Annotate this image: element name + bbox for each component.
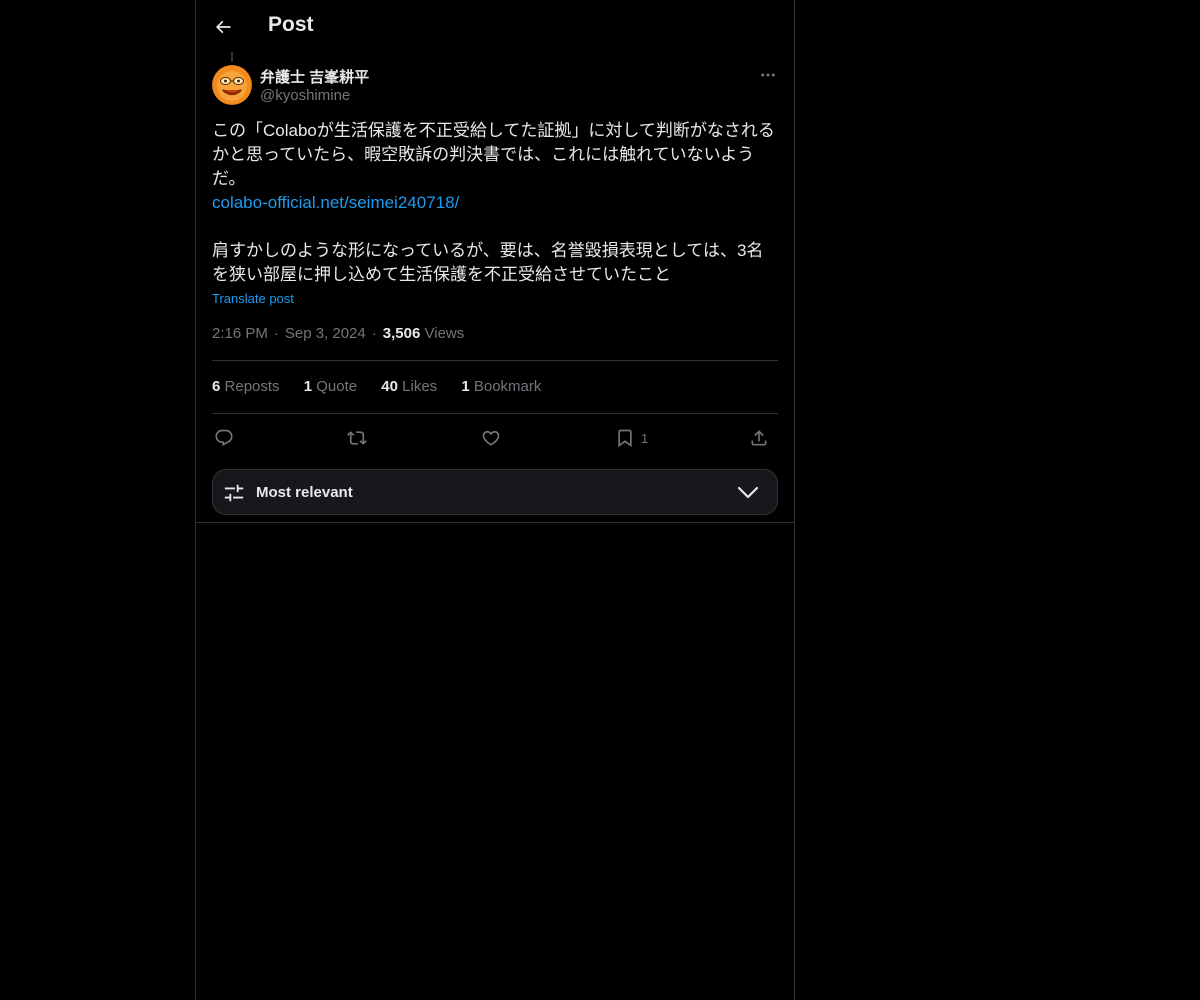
meta-separator: · [371,325,377,342]
more-options-button[interactable] [756,64,780,86]
reply-button[interactable] [214,424,234,452]
repost-button[interactable] [347,424,367,452]
repost-icon [347,431,367,445]
reposts-label: Reposts [224,378,280,395]
page-title: Post [268,13,314,36]
reposts-stat[interactable]: 6 Reposts [212,378,280,395]
divider [212,413,778,414]
bookmark-count: 1 [641,430,649,446]
engagement-stats: 6 Reposts 1 Quote 40 Likes 1 Bookmark [212,378,561,395]
ellipsis-icon [761,73,775,77]
likes-label: Likes [402,378,438,395]
likes-count: 40 [381,378,398,395]
views-count: 3,506 [382,325,421,342]
reply-icon [215,429,233,447]
thread-connector-line [231,52,233,62]
post-text-part2: 肩すかしのような形になっているが、要は、名誉毀損表現としては、3名を狭い部屋に押… [212,241,764,284]
divider [212,360,778,361]
bookmark-icon [618,429,632,448]
author-name[interactable]: 弁護士 吉峯耕平 [260,66,369,87]
views-label: Views [424,325,465,342]
heart-icon [482,430,500,446]
chevron-down-icon [737,486,759,499]
section-border [196,522,794,523]
like-button[interactable] [481,424,501,452]
likes-stat[interactable]: 40 Likes [381,378,437,395]
post-text: この「Colaboが生活保護を不正受給してた証拠」に対して判断がなされるかと思っ… [212,119,780,287]
reply-sort-dropdown[interactable]: Most relevant [212,469,778,515]
post-date[interactable]: Sep 3, 2024 [285,325,366,342]
sort-label: Most relevant [256,484,353,501]
share-button[interactable] [749,424,769,452]
post-header: Post [196,0,794,54]
reposts-count: 6 [212,378,221,395]
quotes-count: 1 [303,378,313,395]
back-button[interactable] [208,12,238,42]
quotes-stat[interactable]: 1 Quote [304,378,357,395]
share-icon [751,430,767,446]
sliders-icon [224,484,244,502]
translate-post-link[interactable]: Translate post [212,291,294,306]
post-time[interactable]: 2:16 PM [212,325,268,342]
quotes-label: Quote [316,378,358,395]
post-text-part1: この「Colaboが生活保護を不正受給してた証拠」に対して判断がなされるかと思っ… [212,121,775,188]
action-bar: 1 [212,424,778,452]
post-link[interactable]: colabo-official.net/seimei240718/ [212,193,459,212]
primary-column: Post 弁護士 吉峯耕平 @kyoshimine この「Colaboが生活保護… [195,0,795,1000]
author-handle[interactable]: @kyoshimine [260,87,350,104]
avatar-orange-face-icon [212,65,252,105]
bookmarks-count: 1 [461,378,470,395]
avatar[interactable] [212,65,252,105]
post-meta: 2:16 PM · Sep 3, 2024 · 3,506 Views [212,325,464,342]
bookmarks-stat[interactable]: 1 Bookmark [461,378,541,395]
meta-separator: · [273,325,279,342]
arrow-left-icon [215,20,231,34]
bookmark-button[interactable]: 1 [615,424,648,452]
bookmarks-label: Bookmark [473,378,542,395]
